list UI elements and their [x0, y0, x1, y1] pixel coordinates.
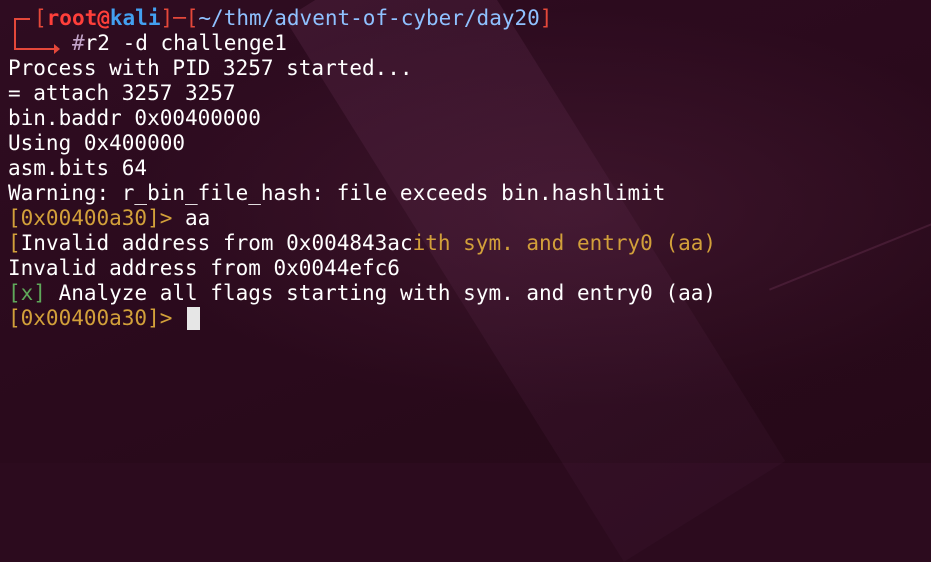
r2-prompt-line: [0x00400a30]> aa	[8, 206, 923, 231]
r2-command: aa	[185, 206, 211, 230]
command-line: #r2 -d challenge1	[8, 31, 923, 56]
invalid-address-line: [Invalid address from 0x004843acith sym.…	[8, 231, 717, 255]
prompt-hash: #	[72, 31, 85, 55]
output-line: Using 0x400000	[8, 131, 186, 155]
prompt-arrow-icon	[14, 44, 60, 54]
output-line: asm.bits 64	[8, 156, 148, 180]
analyze-line: [x] Analyze all flags starting with sym.…	[8, 281, 923, 306]
output-line: bin.baddr 0x00400000	[8, 106, 261, 130]
prompt-at: @	[97, 6, 110, 30]
terminal-output[interactable]: [root@kali]─[~/thm/advent-of-cyber/day20…	[8, 6, 923, 463]
warning-line: Warning: r_bin_file_hash: file exceeds b…	[8, 181, 666, 205]
prompt-host: kali	[109, 6, 161, 30]
prompt-line: [root@kali]─[~/thm/advent-of-cyber/day20…	[34, 6, 553, 30]
analyze-text: Analyze all flags starting with sym. and…	[58, 281, 717, 305]
r2-prompt-line-current: [0x00400a30]>	[8, 306, 923, 331]
analysis-progress-text: ith sym. and entry0 (aa)	[412, 231, 717, 255]
text-cursor[interactable]	[187, 307, 201, 330]
prompt-path: ~/thm/advent-of-cyber/day20	[198, 6, 540, 30]
r2-address: [0x00400a30]>	[8, 206, 173, 230]
prompt-user: root	[46, 6, 98, 30]
output-line: Process with PID 3257 started...	[8, 56, 413, 80]
r2-address: [0x00400a30]>	[8, 306, 173, 330]
invalid-address-line: Invalid address from 0x0044efc6	[8, 256, 400, 280]
analyze-check-mark: [x]	[8, 281, 46, 305]
command-text: r2 -d challenge1	[84, 31, 287, 55]
invalid-address-text: Invalid address from 0x004843ac	[20, 231, 413, 255]
output-line: = attach 3257 3257	[8, 81, 236, 105]
